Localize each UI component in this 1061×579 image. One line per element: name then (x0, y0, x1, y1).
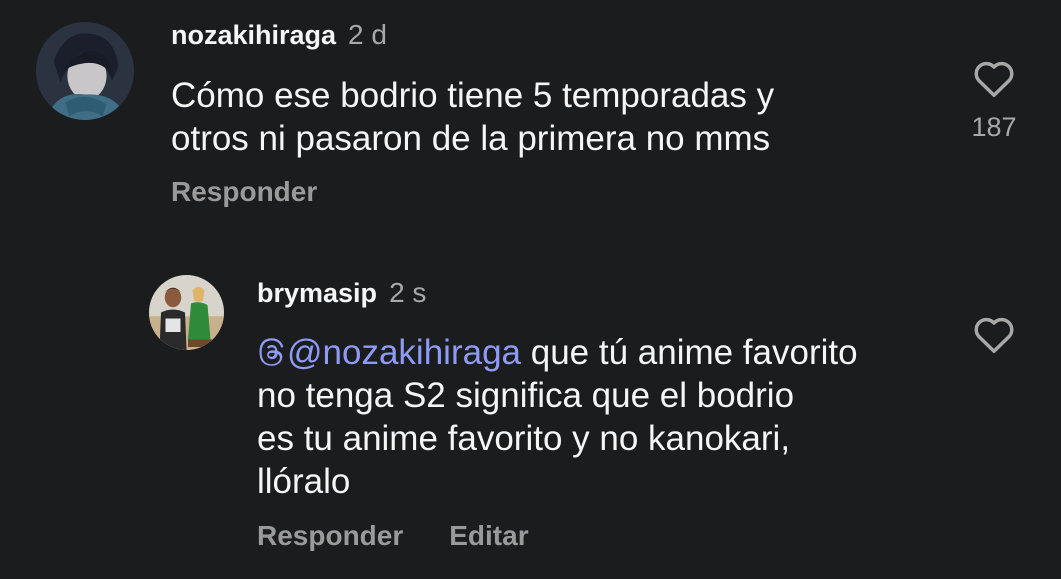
comment-header: nozakihiraga 2 d (171, 19, 387, 51)
comment-actions: Responder Editar (257, 520, 529, 552)
comment-line: llóralo (257, 462, 351, 501)
like-button[interactable] (970, 314, 1018, 354)
comment-line: Cómo ese bodrio tiene 5 temporadas y (171, 76, 775, 115)
comment-actions: Responder (171, 176, 317, 208)
comment-header: brymasip 2 s (257, 277, 426, 309)
comment-line: no tenga S2 significa que el bodrio (257, 376, 795, 415)
comment-text: Cómo ese bodrio tiene 5 temporadas y otr… (171, 74, 931, 160)
like-button[interactable]: 187 (970, 58, 1018, 143)
like-count: 187 (971, 112, 1017, 142)
heart-outline-icon (974, 317, 1014, 353)
edit-button[interactable]: Editar (449, 520, 528, 552)
username[interactable]: brymasip (257, 278, 377, 309)
comment-line: otros ni pasaron de la primera no mms (171, 119, 771, 158)
timestamp: 2 d (348, 19, 387, 50)
username[interactable]: nozakihiraga (171, 20, 336, 51)
threads-at-icon (259, 338, 284, 366)
timestamp: 2 s (389, 277, 427, 308)
comment-text: @nozakihiraga que tú anime favorito no t… (257, 331, 947, 503)
avatar[interactable] (36, 22, 134, 120)
reply-button[interactable]: Responder (257, 520, 403, 552)
reply-button[interactable]: Responder (171, 176, 317, 208)
avatar-image (149, 275, 224, 350)
comment-line: es tu anime favorito y no kanokari, (257, 419, 791, 458)
heart-outline-icon (974, 61, 1014, 98)
comment-line: @nozakihiraga que tú anime favorito (257, 331, 947, 374)
mention-link[interactable]: @nozakihiraga (257, 333, 521, 372)
avatar-image (36, 22, 134, 120)
mention-username: @nozakihiraga (287, 333, 521, 372)
avatar[interactable] (149, 275, 224, 350)
comment-line-text: que tú anime favorito (521, 333, 858, 372)
